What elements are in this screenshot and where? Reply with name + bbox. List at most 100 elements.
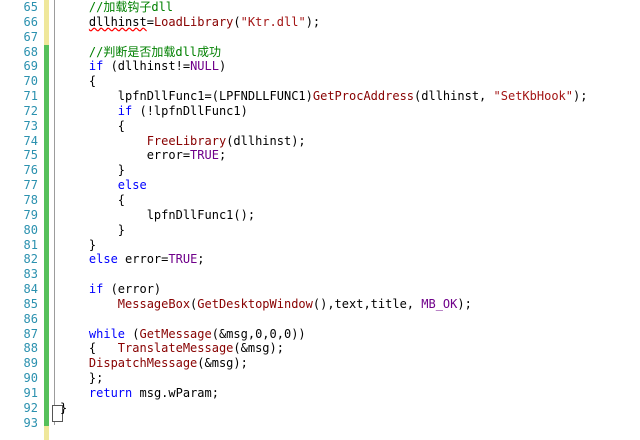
code-text: lpfnDllFunc1(); [60, 208, 255, 223]
code-token: lpfnDllFunc1=(LPFNDLLFUNC1) [60, 89, 313, 104]
code-line[interactable]: 67 [0, 30, 640, 45]
code-token: ); [573, 89, 588, 104]
code-token: TRUE [168, 252, 198, 267]
code-token: //加载钩子dll [88, 0, 174, 14]
code-line[interactable]: 73 { [0, 119, 640, 134]
code-editor[interactable]: 65 //加载钩子dll 66 dllhinst=LoadLibrary("Ktr… [0, 0, 640, 440]
code-token: (),text,title, [312, 296, 422, 311]
code-line[interactable]: 78 { [0, 193, 640, 208]
code-token: (dllhinst, [414, 89, 494, 104]
code-line[interactable]: 92} [0, 401, 640, 416]
code-token: if [88, 59, 104, 74]
code-token: MessageBox [117, 296, 191, 311]
line-number: 74 [23, 133, 38, 148]
code-text: { [60, 74, 96, 89]
code-text: MessageBox(GetDesktopWindow(),text,title… [60, 297, 472, 312]
code-token: } [60, 222, 126, 237]
line-number: 72 [23, 103, 38, 118]
code-token: { [60, 118, 126, 133]
code-line[interactable]: 89 DispatchMessage(&msg); [0, 356, 640, 371]
code-line[interactable]: 69 if (dllhinst!=NULL) [0, 59, 640, 74]
code-line[interactable]: 86 [0, 312, 640, 327]
code-token: DispatchMessage [88, 356, 198, 371]
code-token: } [60, 163, 126, 178]
code-token: (error) [103, 282, 162, 297]
code-token: { [60, 74, 97, 89]
code-token: if [88, 282, 104, 297]
code-line[interactable]: 80 } [0, 223, 640, 238]
code-line[interactable]: 74 FreeLibrary(dllhinst); [0, 134, 640, 149]
line-number: 73 [23, 118, 38, 133]
code-line[interactable]: 70 { [0, 74, 640, 89]
code-line[interactable]: 68 //判断是否加载dll成功 [0, 45, 640, 60]
line-number: 69 [23, 59, 38, 74]
code-token: ) [218, 59, 227, 74]
line-number: 91 [23, 385, 38, 400]
code-token: }; [60, 371, 104, 386]
code-token: ; [218, 148, 227, 163]
code-text: error=TRUE; [60, 148, 227, 163]
line-number: 93 [23, 415, 38, 430]
code-line[interactable]: 84 if (error) [0, 282, 640, 297]
code-line[interactable]: 81 } [0, 238, 640, 253]
code-line[interactable]: 65 //加载钩子dll [0, 0, 640, 15]
code-text: if (!lpfnDllFunc1) [60, 104, 248, 119]
code-line[interactable]: 85 MessageBox(GetDesktopWindow(),text,ti… [0, 297, 640, 312]
line-number: 80 [23, 222, 38, 237]
code-token: (&msg); [233, 341, 284, 356]
code-line[interactable]: 77 else [0, 178, 640, 193]
code-token: (!lpfnDllFunc1) [132, 103, 248, 118]
code-token: while [88, 326, 126, 341]
code-token: FreeLibrary [146, 133, 227, 148]
code-line[interactable]: 75 error=TRUE; [0, 148, 640, 163]
line-number: 90 [23, 371, 38, 386]
code-text: else [60, 178, 147, 193]
line-number: 68 [23, 44, 38, 59]
code-token: msg.wParam; [132, 385, 219, 400]
code-text: lpfnDllFunc1=(LPFNDLLFUNC1)GetProcAddres… [60, 89, 588, 104]
code-token: NULL [190, 59, 219, 74]
line-number: 66 [23, 14, 38, 29]
code-token: ( [233, 14, 241, 29]
code-text: } [60, 238, 96, 253]
code-line[interactable]: 93 [0, 416, 640, 431]
code-line[interactable]: 66 dllhinst=LoadLibrary("Ktr.dll"); [0, 15, 640, 30]
code-text: { [60, 193, 125, 208]
code-text: { [60, 119, 125, 134]
code-token: if [117, 103, 133, 118]
code-line[interactable]: 82 else error=TRUE; [0, 252, 640, 267]
line-number: 92 [23, 400, 38, 415]
line-number: 71 [23, 89, 38, 104]
line-number: 83 [23, 267, 38, 282]
code-line[interactable]: 76 } [0, 163, 640, 178]
code-token: GetDesktopWindow [197, 296, 313, 311]
code-line[interactable]: 88 { TranslateMessage(&msg); [0, 341, 640, 356]
code-token: ); [305, 14, 321, 29]
code-token: GetMessage [139, 326, 212, 341]
line-number: 89 [23, 356, 38, 371]
code-line[interactable]: 83 [0, 267, 640, 282]
code-token: else [117, 178, 147, 193]
code-line[interactable]: 91 return msg.wParam; [0, 386, 640, 401]
code-text: if (dllhinst!=NULL) [60, 59, 226, 74]
code-area[interactable]: 65 //加载钩子dll 66 dllhinst=LoadLibrary("Ktr… [0, 0, 640, 430]
code-token: ; [197, 252, 205, 267]
code-token: (dllhinst); [226, 133, 306, 148]
line-number: 85 [23, 296, 38, 311]
code-line[interactable]: 72 if (!lpfnDllFunc1) [0, 104, 640, 119]
code-line[interactable]: 90 }; [0, 371, 640, 386]
code-token: (dllhinst!= [103, 59, 191, 74]
code-token: TRUE [190, 148, 219, 163]
code-line[interactable]: 87 while (GetMessage(&msg,0,0,0)) [0, 327, 640, 342]
code-line[interactable]: 71 lpfnDllFunc1=(LPFNDLLFUNC1)GetProcAdd… [0, 89, 640, 104]
code-token: error= [117, 252, 169, 267]
code-token: "Ktr.dll" [240, 14, 306, 29]
code-line[interactable]: 79 lpfnDllFunc1(); [0, 208, 640, 223]
